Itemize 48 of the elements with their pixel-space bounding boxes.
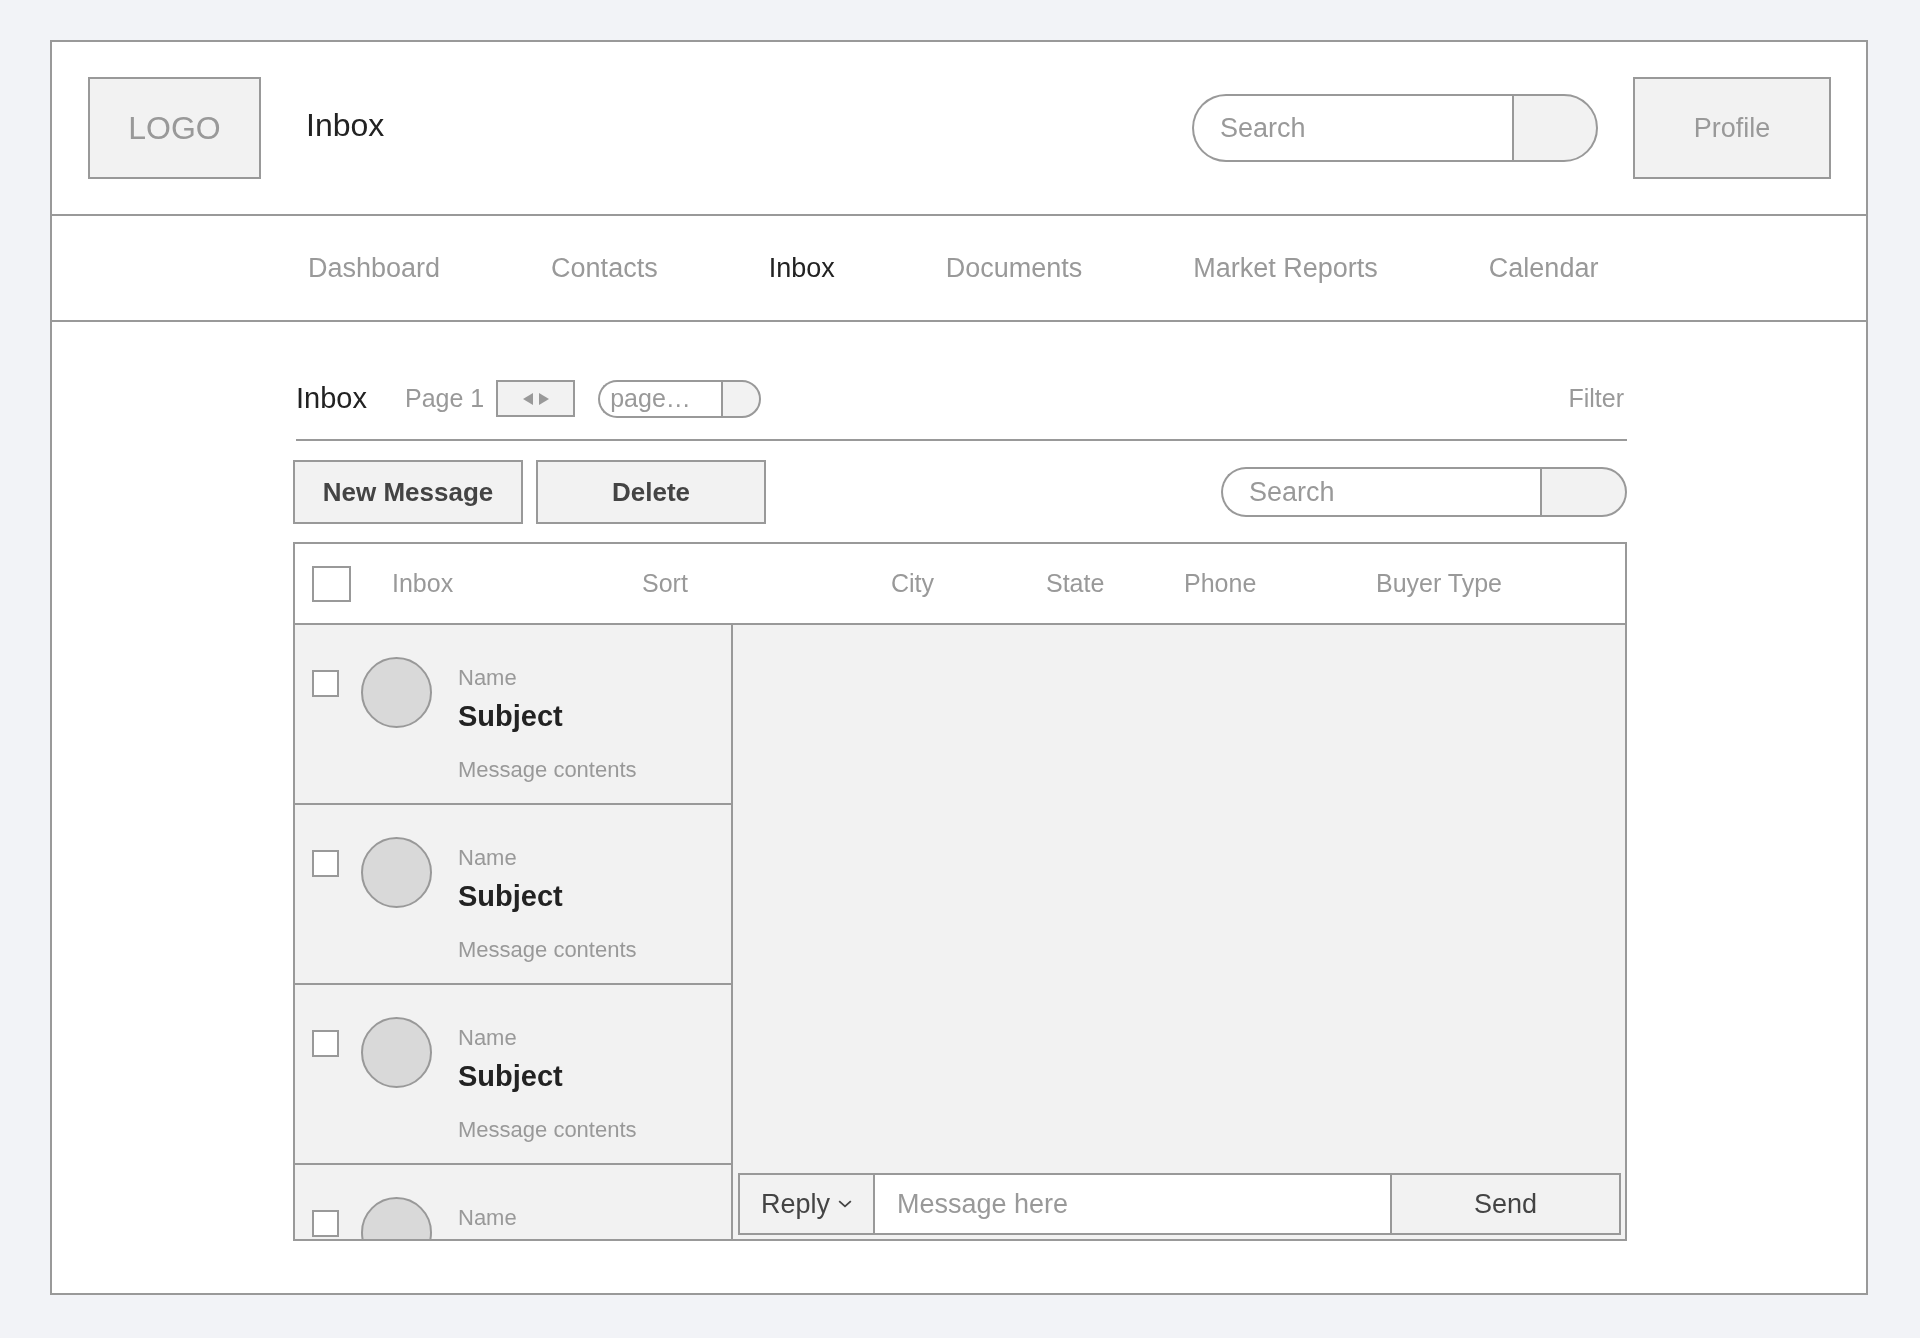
search-field[interactable]: Search	[1192, 94, 1512, 162]
checkbox[interactable]	[312, 670, 339, 697]
send-button[interactable]: Send	[1390, 1173, 1621, 1235]
message-subject: Subject	[458, 700, 564, 733]
message-subject: Subject	[458, 880, 564, 913]
filter-link[interactable]: Filter	[1568, 384, 1624, 413]
search-button[interactable]	[1512, 94, 1598, 162]
page-label: Page 1	[404, 384, 485, 413]
search-field[interactable]: Search	[1221, 467, 1540, 517]
nav-tab[interactable]: Inbox	[768, 252, 835, 284]
search-button[interactable]	[1540, 467, 1627, 517]
logo: LOGO	[88, 77, 261, 179]
caret-icon	[838, 1199, 852, 1209]
sender-name: Name	[458, 1025, 518, 1051]
nav-tab[interactable]: Market Reports	[1193, 252, 1378, 284]
page-title: Inbox	[306, 106, 385, 144]
message-preview: Message contents	[458, 1117, 637, 1143]
section-title: Inbox	[296, 382, 367, 415]
sender-name: Name	[458, 845, 518, 871]
nav-tab[interactable]: Dashboard	[308, 252, 441, 284]
search-button[interactable]	[721, 379, 762, 418]
checkbox[interactable]	[312, 1030, 339, 1057]
sender-name: Name	[458, 665, 518, 691]
profile-button[interactable]: Profile	[1633, 77, 1831, 179]
page-field[interactable]: page…	[598, 379, 722, 418]
next-icon[interactable]	[538, 392, 549, 405]
checkbox[interactable]	[312, 850, 339, 877]
column-header[interactable]: Phone	[1184, 569, 1257, 597]
action-button[interactable]: New Message	[293, 460, 523, 524]
previous-icon[interactable]	[522, 392, 533, 405]
action-button[interactable]: Delete	[536, 460, 766, 524]
nav-tab[interactable]: Documents	[945, 252, 1083, 284]
nav-tab[interactable]: Calendar	[1488, 252, 1599, 284]
message-subject: Subject	[458, 1060, 564, 1093]
checkbox[interactable]	[312, 1210, 339, 1237]
column-header[interactable]: City	[891, 569, 935, 597]
sender-name: Name	[458, 1205, 517, 1231]
column-header[interactable]: Buyer Type	[1376, 569, 1502, 597]
column-header[interactable]: State	[1046, 569, 1105, 597]
message-preview: Message contents	[458, 757, 637, 783]
message-field[interactable]: Message here	[875, 1173, 1390, 1235]
pager[interactable]	[496, 380, 576, 417]
nav-tab[interactable]: Contacts	[551, 252, 658, 284]
reply-button[interactable]: Reply	[738, 1173, 875, 1235]
checkbox[interactable]	[312, 565, 351, 602]
column-header[interactable]: Inbox	[392, 569, 454, 597]
message-preview: Message contents	[458, 937, 637, 963]
column-header[interactable]: Sort	[642, 569, 688, 597]
